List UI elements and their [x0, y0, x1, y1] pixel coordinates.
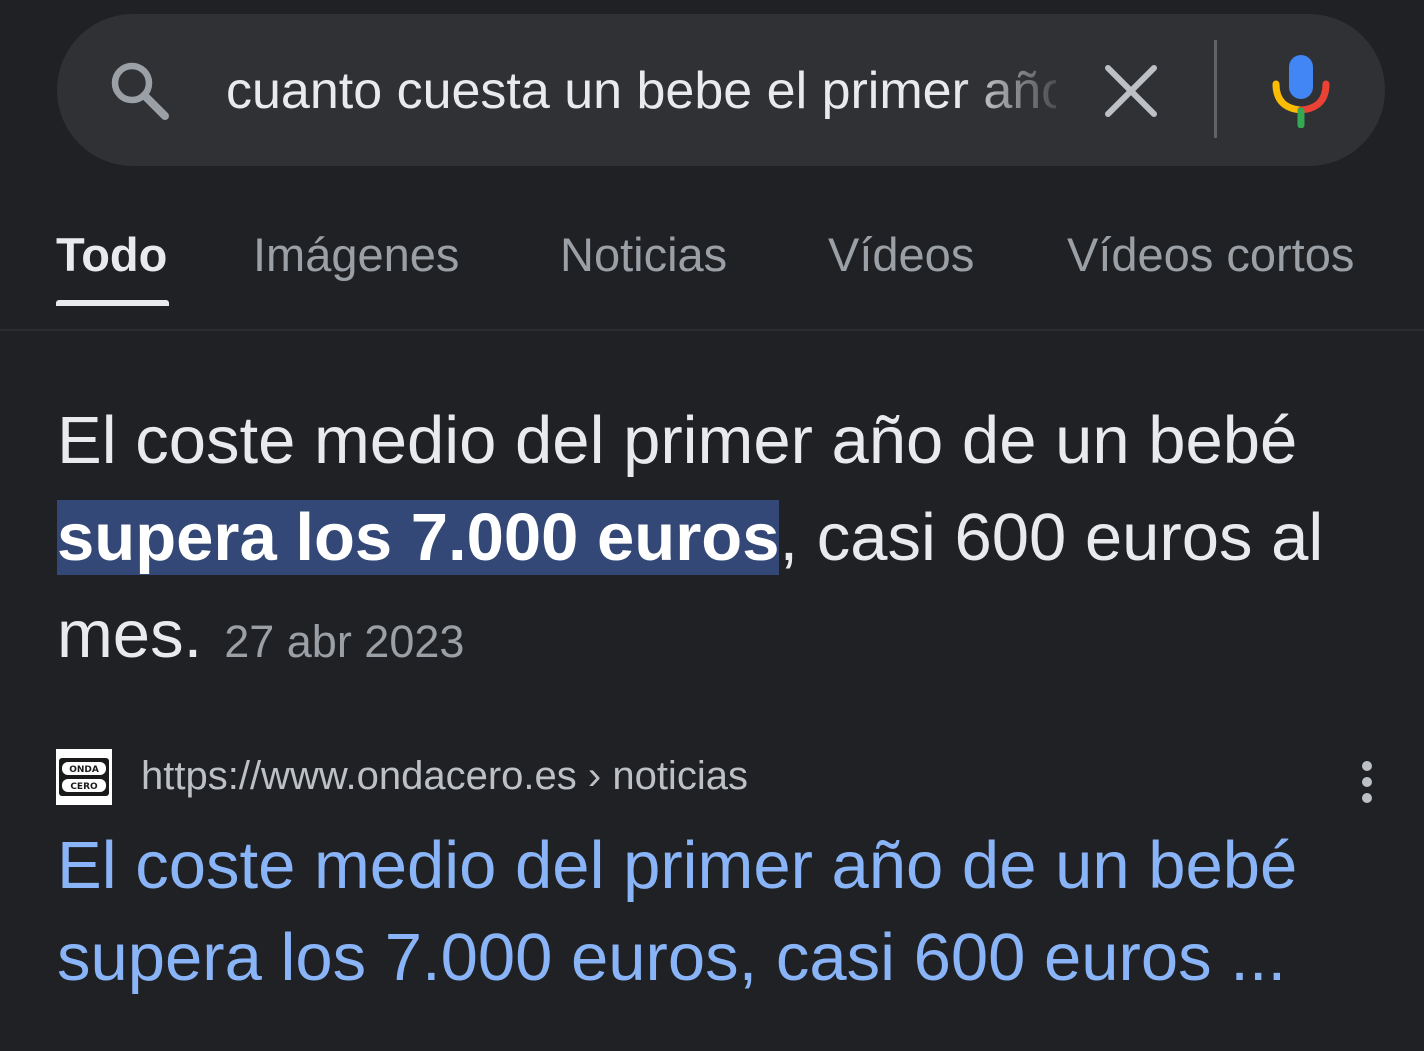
tab-todo[interactable]: Todo — [56, 220, 167, 290]
more-vert-icon[interactable] — [1352, 760, 1382, 810]
result-source: ONDA CERO https://www.ondacero.es › noti… — [56, 746, 1386, 806]
microphone-icon[interactable] — [1268, 52, 1334, 128]
tab-imagenes[interactable]: Imágenes — [253, 220, 459, 290]
favicon-text-bottom: CERO — [70, 782, 98, 792]
snippet-text-before: El coste medio del primer año de un bebé — [57, 403, 1298, 478]
search-divider — [1214, 40, 1217, 138]
snippet-highlight: supera los 7.000 euros — [57, 500, 780, 575]
search-results-page: cuanto cuesta un bebe el primer año Todo… — [0, 0, 1424, 1051]
search-tabs: Todo Imágenes Noticias Vídeos Vídeos cor… — [0, 220, 1424, 330]
close-icon[interactable] — [1100, 60, 1162, 122]
tabs-divider — [0, 329, 1424, 331]
result-title-link[interactable]: El coste medio del primer año de un bebé… — [57, 820, 1387, 1004]
site-favicon[interactable]: ONDA CERO — [56, 749, 112, 805]
result-url[interactable]: https://www.ondacero.es › noticias — [141, 746, 748, 806]
result-path: › noticias — [576, 754, 748, 798]
tab-noticias[interactable]: Noticias — [560, 220, 727, 290]
tab-videos-cortos[interactable]: Vídeos cortos — [1067, 220, 1354, 290]
search-input[interactable]: cuanto cuesta un bebe el primer año — [226, 58, 1056, 128]
active-tab-indicator — [56, 300, 169, 306]
result-site-url: https://www.ondacero.es — [141, 754, 577, 798]
favicon-text-top: ONDA — [69, 765, 99, 775]
search-icon — [111, 62, 169, 120]
tab-videos[interactable]: Vídeos — [828, 220, 974, 290]
snippet-date: 27 abr 2023 — [224, 616, 465, 667]
featured-snippet: El coste medio del primer año de un bebé… — [57, 392, 1387, 690]
